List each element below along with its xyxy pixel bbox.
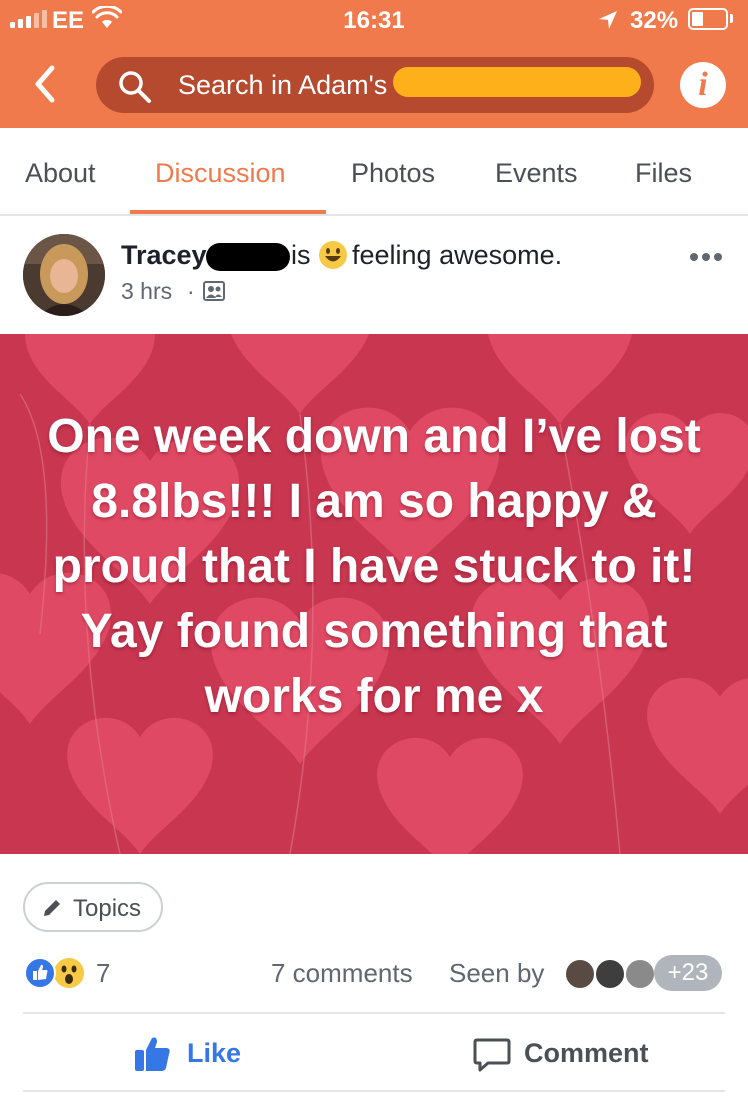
- like-label: Like: [187, 1038, 242, 1068]
- seen-by-label[interactable]: Seen by: [449, 958, 544, 989]
- more-dots-icon: [690, 248, 726, 265]
- post-author-name[interactable]: Tracey: [121, 240, 207, 270]
- tab-events[interactable]: Events: [495, 158, 578, 189]
- post-image-caption: One week down and I’ve lost 8.8lbs!!! I …: [47, 410, 701, 723]
- comment-bubble-icon: [473, 1038, 511, 1072]
- battery-icon: [688, 8, 728, 30]
- like-reaction-icon: [24, 957, 56, 989]
- status-bar: EE 16:31 32%: [0, 0, 748, 42]
- wow-reaction-icon: [52, 956, 86, 990]
- thumbs-up-icon: [135, 1037, 170, 1071]
- location-arrow-icon: [599, 11, 617, 29]
- divider: [23, 1090, 725, 1092]
- comment-button[interactable]: Comment: [472, 1035, 649, 1075]
- post-options-button[interactable]: [690, 248, 726, 266]
- post-image[interactable]: One week down and I’ve lost 8.8lbs!!! I …: [0, 334, 748, 854]
- post-timestamp[interactable]: 3 hrs: [121, 278, 172, 305]
- tab-about[interactable]: About: [25, 158, 96, 189]
- redaction-mark: [206, 243, 290, 271]
- battery-tip: [730, 14, 733, 23]
- back-chevron-icon: [35, 65, 55, 103]
- search-placeholder: Search in Adam's: [178, 70, 388, 100]
- happy-face-icon: [319, 241, 347, 269]
- comment-label: Comment: [524, 1038, 649, 1068]
- active-tab-indicator: [130, 210, 326, 214]
- app-header: EE 16:31 32% Search in Adam's i: [0, 0, 748, 128]
- info-icon: i: [698, 66, 708, 103]
- battery-percentage: 32%: [630, 7, 679, 34]
- like-button[interactable]: Like: [133, 1035, 241, 1075]
- group-tab-bar: About Discussion Photos Events Files: [0, 128, 748, 216]
- tab-files[interactable]: Files: [635, 158, 692, 189]
- back-button[interactable]: [26, 60, 66, 108]
- avatar-photo: [23, 234, 105, 316]
- redaction-mark: [393, 67, 641, 97]
- comments-count[interactable]: 7 comments: [271, 958, 413, 989]
- meta-separator: ·: [187, 278, 195, 304]
- thumbs-up-icon: [33, 964, 48, 980]
- wow-face-icon: [61, 965, 77, 984]
- topics-label: Topics: [73, 895, 142, 922]
- group-audience-icon: [203, 281, 225, 301]
- seen-by-avatar: [564, 958, 596, 990]
- pencil-icon: [44, 900, 60, 916]
- info-button[interactable]: i: [680, 62, 726, 108]
- divider: [23, 1012, 725, 1014]
- search-bar[interactable]: Search in Adam's: [96, 57, 654, 113]
- reactions-count[interactable]: 7: [96, 958, 110, 989]
- seen-by-more-count[interactable]: +23: [654, 955, 722, 991]
- author-avatar[interactable]: [23, 234, 105, 316]
- topics-button[interactable]: Topics: [23, 882, 163, 932]
- seen-by-avatar: [624, 958, 656, 990]
- tab-photos[interactable]: Photos: [351, 158, 435, 189]
- search-icon: [119, 71, 151, 103]
- status-connector-text: is: [291, 240, 311, 270]
- tab-discussion[interactable]: Discussion: [155, 158, 286, 189]
- seen-by-avatar: [594, 958, 626, 990]
- feeling-text: feeling awesome.: [352, 240, 563, 270]
